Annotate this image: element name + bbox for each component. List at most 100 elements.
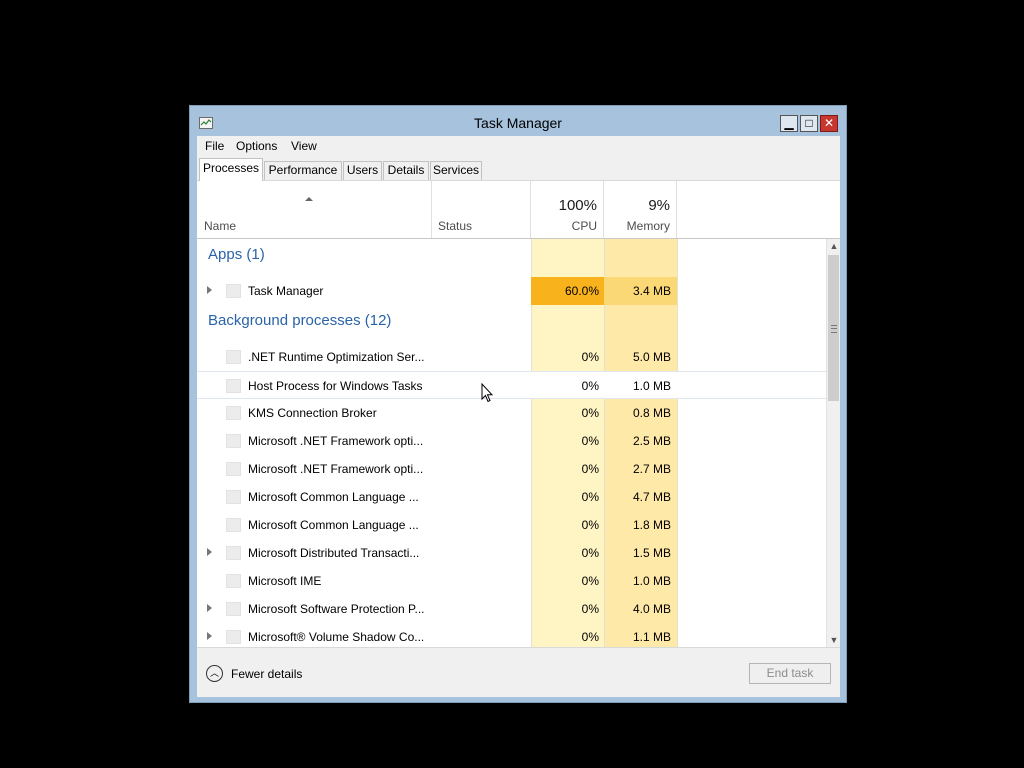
memory-column-header[interactable]: 9% Memory [604, 181, 677, 238]
expand-chevron-icon[interactable] [207, 286, 212, 294]
process-memory: 4.7 MB [632, 490, 671, 504]
scroll-up-arrow-icon[interactable]: ▲ [828, 239, 840, 253]
process-memory: 2.5 MB [632, 434, 671, 448]
vertical-scrollbar[interactable]: ▲ ▼ [826, 239, 840, 647]
process-memory: 1.0 MB [632, 574, 671, 588]
process-memory: 5.0 MB [632, 350, 671, 364]
menu-view[interactable]: View [291, 139, 317, 153]
menu-file[interactable]: File [205, 139, 224, 153]
process-cpu: 0% [581, 546, 599, 560]
process-icon [226, 490, 241, 504]
process-name: Microsoft .NET Framework opti... [248, 434, 424, 448]
table-row[interactable]: .NET Runtime Optimization Ser... 0% 5.0 … [197, 343, 826, 371]
chevron-up-circle-icon[interactable]: ︿ [206, 665, 223, 682]
process-icon [226, 630, 241, 644]
table-row[interactable]: Microsoft .NET Framework opti... 0% 2.7 … [197, 455, 826, 483]
table-row[interactable]: Microsoft IME 0% 1.0 MB [197, 567, 826, 595]
memory-header-label: Memory [626, 219, 670, 233]
process-memory: 1.1 MB [632, 630, 671, 644]
scroll-down-arrow-icon[interactable]: ▼ [828, 633, 840, 647]
expand-chevron-icon[interactable] [207, 604, 212, 612]
fewer-details-link[interactable]: Fewer details [231, 667, 302, 681]
process-name: Task Manager [248, 284, 324, 298]
tab-processes[interactable]: Processes [199, 158, 263, 181]
cpu-column-header[interactable]: 100% CPU [531, 181, 604, 238]
process-name: Microsoft .NET Framework opti... [248, 462, 424, 476]
task-manager-window: Task Manager ▁ □ ✕ File Options View Pro… [189, 105, 847, 703]
tab-details[interactable]: Details [383, 161, 429, 180]
cpu-total-percent: 100% [558, 197, 597, 214]
expand-chevron-icon[interactable] [207, 548, 212, 556]
name-column-header[interactable]: Name [197, 181, 432, 238]
process-name: .NET Runtime Optimization Ser... [248, 350, 425, 364]
process-memory: 0.8 MB [632, 406, 671, 420]
process-name: Host Process for Windows Tasks [248, 379, 423, 393]
process-cpu: 0% [581, 602, 599, 616]
title-bar[interactable]: Task Manager ▁ □ ✕ [190, 106, 846, 136]
tab-performance[interactable]: Performance [264, 161, 342, 180]
tab-users[interactable]: Users [343, 161, 382, 180]
process-icon [226, 379, 241, 393]
table-row[interactable]: Microsoft® Volume Shadow Co... 0% 1.1 MB [197, 623, 826, 647]
process-icon [226, 518, 241, 532]
table-row[interactable]: KMS Connection Broker 0% 0.8 MB [197, 399, 826, 427]
process-name: Microsoft Common Language ... [248, 490, 419, 504]
process-name: KMS Connection Broker [248, 406, 377, 420]
status-column-header[interactable]: Status [432, 181, 531, 238]
process-name: Microsoft Distributed Transacti... [248, 546, 420, 560]
end-task-button[interactable]: End task [749, 663, 831, 684]
table-row[interactable]: Microsoft Common Language ... 0% 1.8 MB [197, 511, 826, 539]
status-header-label: Status [438, 219, 473, 233]
window-title: Task Manager [474, 115, 562, 131]
process-cpu: 60.0% [564, 284, 599, 298]
process-icon [226, 546, 241, 560]
menu-bar: File Options View [197, 136, 840, 156]
process-cpu: 0% [581, 574, 599, 588]
background-group-title: Background processes (12) [208, 312, 392, 329]
minimize-button[interactable]: ▁ [780, 115, 798, 132]
process-icon [226, 434, 241, 448]
group-header-apps[interactable]: Apps (1) [197, 239, 826, 267]
process-name: Microsoft IME [248, 574, 322, 588]
process-list[interactable]: Apps (1) Task Manager 60.0% 3.4 MB Backg… [197, 239, 826, 647]
scrollbar-grip-icon [831, 325, 837, 333]
table-row-hovered[interactable]: Host Process for Windows Tasks 0% 1.0 MB [197, 371, 826, 399]
process-icon [226, 406, 241, 420]
table-row[interactable]: Task Manager 60.0% 3.4 MB [197, 277, 826, 305]
process-name: Microsoft Software Protection P... [248, 602, 425, 616]
expand-chevron-icon[interactable] [207, 632, 212, 640]
scrollbar-thumb[interactable] [828, 255, 839, 401]
mouse-pointer-icon [481, 383, 493, 403]
close-button[interactable]: ✕ [820, 115, 838, 132]
process-name: Microsoft® Volume Shadow Co... [248, 630, 425, 644]
tab-strip: Processes Performance Users Details Serv… [197, 156, 840, 181]
tab-services[interactable]: Services [430, 161, 482, 180]
process-cpu: 0% [581, 379, 599, 393]
table-row[interactable]: Microsoft Distributed Transacti... 0% 1.… [197, 539, 826, 567]
process-cpu: 0% [581, 490, 599, 504]
client-area: File Options View Processes Performance … [197, 136, 840, 697]
column-headers: Name Status 100% CPU 9% Memory [197, 181, 840, 239]
process-icon [226, 350, 241, 364]
process-memory: 3.4 MB [632, 284, 671, 298]
process-memory: 2.7 MB [632, 462, 671, 476]
process-cpu: 0% [581, 462, 599, 476]
process-memory: 4.0 MB [632, 602, 671, 616]
menu-options[interactable]: Options [236, 139, 277, 153]
process-cpu: 0% [581, 434, 599, 448]
name-header-label: Name [204, 219, 237, 233]
table-row[interactable]: Microsoft Common Language ... 0% 4.7 MB [197, 483, 826, 511]
process-name: Microsoft Common Language ... [248, 518, 419, 532]
process-memory: 1.8 MB [632, 518, 671, 532]
process-cpu: 0% [581, 630, 599, 644]
process-icon [226, 574, 241, 588]
cpu-header-label: CPU [571, 219, 597, 233]
process-memory: 1.0 MB [632, 379, 671, 393]
process-cpu: 0% [581, 406, 599, 420]
process-memory: 1.5 MB [632, 546, 671, 560]
apps-group-title: Apps (1) [208, 246, 265, 263]
group-header-background[interactable]: Background processes (12) [197, 305, 826, 333]
maximize-button[interactable]: □ [800, 115, 818, 132]
table-row[interactable]: Microsoft Software Protection P... 0% 4.… [197, 595, 826, 623]
table-row[interactable]: Microsoft .NET Framework opti... 0% 2.5 … [197, 427, 826, 455]
